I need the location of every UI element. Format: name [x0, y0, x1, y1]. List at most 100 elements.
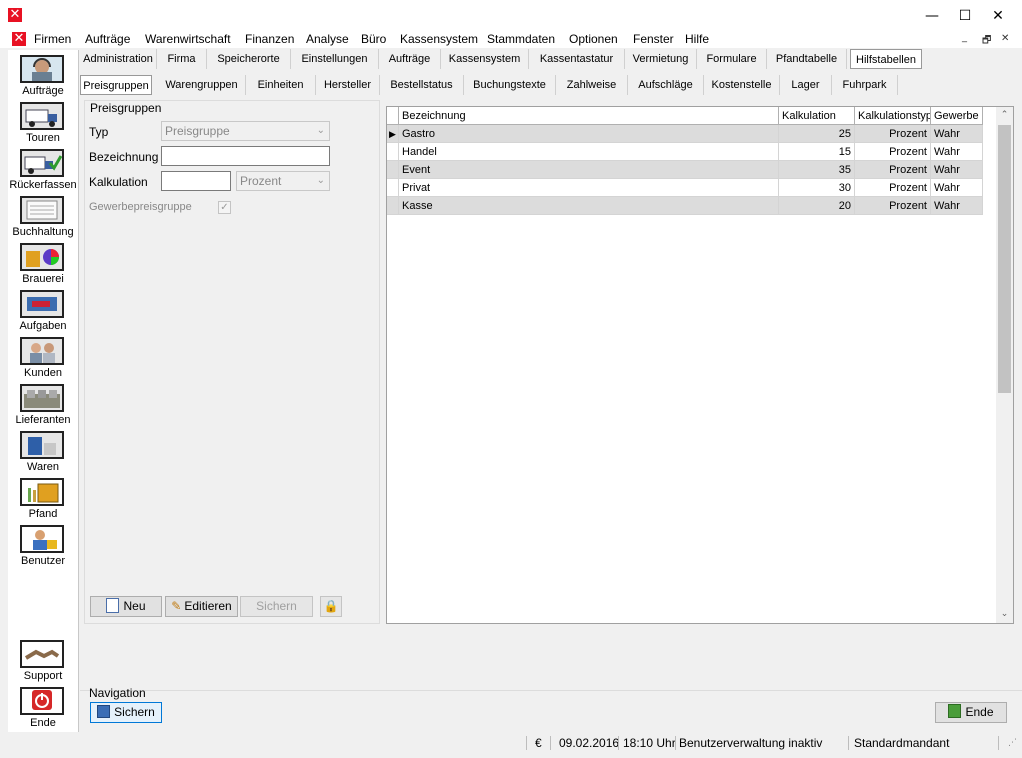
- mdi-close-button[interactable]: ✕: [1001, 33, 1009, 44]
- mdi-minimize-button[interactable]: _: [962, 32, 967, 43]
- menu-firmen[interactable]: Firmen: [34, 32, 71, 46]
- menu-warenwirtschaft[interactable]: Warenwirtschaft: [145, 32, 231, 46]
- table-cell[interactable]: Kasse: [399, 197, 779, 215]
- table-cell[interactable]: Handel: [399, 143, 779, 161]
- column-header-kalkulation[interactable]: Kalkulation: [779, 107, 855, 125]
- scroll-down-icon[interactable]: ⌄: [996, 606, 1013, 623]
- tab-formulare[interactable]: Formulare: [697, 49, 767, 69]
- tab-hilfstabellen[interactable]: Hilfstabellen: [850, 49, 922, 69]
- scroll-up-icon[interactable]: ⌃: [996, 107, 1013, 124]
- menu-auftraege[interactable]: Aufträge: [85, 32, 130, 46]
- table-cell[interactable]: Prozent: [855, 197, 931, 215]
- tab-bestellstatus[interactable]: Bestellstatus: [380, 75, 464, 95]
- tab-kassensystem[interactable]: Kassensystem: [441, 49, 529, 69]
- maximize-button[interactable]: ☐: [950, 6, 980, 26]
- table-cell[interactable]: Wahr: [931, 197, 983, 215]
- table-cell[interactable]: Prozent: [855, 161, 931, 179]
- column-header-gewerbe[interactable]: Gewerbe: [931, 107, 983, 125]
- row-selector[interactable]: [387, 179, 399, 197]
- menu-finanzen[interactable]: Finanzen: [245, 32, 294, 46]
- table-cell[interactable]: Event: [399, 161, 779, 179]
- sidebar-item-benutzer[interactable]: Benutzer: [8, 522, 78, 568]
- table-cell[interactable]: Wahr: [931, 161, 983, 179]
- menu-optionen[interactable]: Optionen: [569, 32, 618, 46]
- vertical-scrollbar[interactable]: ⌃ ⌄: [996, 107, 1013, 623]
- tab-buchungstexte[interactable]: Buchungstexte: [464, 75, 556, 95]
- sidebar-item-auftraege[interactable]: Aufträge: [8, 52, 78, 98]
- table-cell[interactable]: 35: [779, 161, 855, 179]
- table-cell[interactable]: 25: [779, 125, 855, 143]
- editieren-button[interactable]: ✎ Editieren: [165, 596, 238, 617]
- sidebar-item-touren[interactable]: Touren: [8, 99, 78, 145]
- kalkulation-input[interactable]: [161, 171, 231, 191]
- tab-auftraege[interactable]: Aufträge: [379, 49, 441, 69]
- table-cell[interactable]: Wahr: [931, 179, 983, 197]
- sidebar-label: Lieferanten: [15, 414, 71, 426]
- resize-grip-icon[interactable]: ⋰: [1008, 735, 1017, 751]
- tab-fuhrpark[interactable]: Fuhrpark: [832, 75, 898, 95]
- sidebar-item-aufgaben[interactable]: Aufgaben: [8, 287, 78, 333]
- tab-warengruppen[interactable]: Warengruppen: [158, 75, 246, 95]
- gewerbe-checkbox[interactable]: ✓: [218, 201, 231, 214]
- sichern-button[interactable]: Sichern: [240, 596, 313, 617]
- close-button[interactable]: ✕: [983, 6, 1013, 26]
- sidebar-item-pfand[interactable]: Pfand: [8, 475, 78, 521]
- tab-zahlweise[interactable]: Zahlweise: [556, 75, 628, 95]
- menu-kassensystem[interactable]: Kassensystem: [400, 32, 478, 46]
- table-cell[interactable]: Prozent: [855, 179, 931, 197]
- preisgruppen-grid[interactable]: Bezeichnung Kalkulation Kalkulationstyp …: [386, 106, 1014, 624]
- tab-vermietung[interactable]: Vermietung: [625, 49, 697, 69]
- table-cell[interactable]: Wahr: [931, 125, 983, 143]
- typ-select[interactable]: Preisgruppe ⌄: [161, 121, 330, 141]
- tab-kassentastatur[interactable]: Kassentastatur: [529, 49, 625, 69]
- row-selector[interactable]: [387, 161, 399, 179]
- sidebar-item-rueckerfassen[interactable]: Rückerfassen: [8, 146, 78, 192]
- tab-pfandtabelle[interactable]: Pfandtabelle: [767, 49, 847, 69]
- column-header-bezeichnung[interactable]: Bezeichnung: [399, 107, 779, 125]
- sidebar-item-brauerei[interactable]: Brauerei: [8, 240, 78, 286]
- sidebar-item-waren[interactable]: Waren: [8, 428, 78, 474]
- table-cell[interactable]: 30: [779, 179, 855, 197]
- sidebar-item-ende[interactable]: Ende: [8, 684, 78, 730]
- menu-fenster[interactable]: Fenster: [633, 32, 674, 46]
- tab-hersteller[interactable]: Hersteller: [316, 75, 380, 95]
- sidebar-item-support[interactable]: Support: [8, 637, 78, 683]
- row-selector[interactable]: [387, 143, 399, 161]
- table-cell[interactable]: Prozent: [855, 143, 931, 161]
- menu-buero[interactable]: Büro: [361, 32, 386, 46]
- tab-einstellungen[interactable]: Einstellungen: [291, 49, 379, 69]
- sidebar-item-lieferanten[interactable]: Lieferanten: [8, 381, 78, 427]
- row-selector[interactable]: [387, 197, 399, 215]
- sidebar-item-kunden[interactable]: Kunden: [8, 334, 78, 380]
- tab-einheiten[interactable]: Einheiten: [246, 75, 316, 95]
- tab-administration[interactable]: Administration: [80, 49, 157, 69]
- scrollbar-thumb[interactable]: [998, 125, 1011, 393]
- tab-preisgruppen[interactable]: Preisgruppen: [80, 75, 152, 95]
- minimize-button[interactable]: —: [917, 6, 947, 26]
- table-cell[interactable]: Wahr: [931, 143, 983, 161]
- end-button[interactable]: Ende: [935, 702, 1007, 723]
- row-selector[interactable]: ▶: [387, 125, 399, 143]
- kalkulationstyp-select[interactable]: Prozent ⌄: [236, 171, 330, 191]
- table-cell[interactable]: Gastro: [399, 125, 779, 143]
- app-menu-icon[interactable]: ✕: [12, 32, 26, 46]
- lock-icon[interactable]: 🔒: [320, 596, 342, 617]
- sidebar-item-buchhaltung[interactable]: Buchhaltung: [8, 193, 78, 239]
- tab-kostenstelle[interactable]: Kostenstelle: [704, 75, 780, 95]
- menu-analyse[interactable]: Analyse: [306, 32, 349, 46]
- table-cell[interactable]: Prozent: [855, 125, 931, 143]
- tab-aufschlaege[interactable]: Aufschläge: [628, 75, 704, 95]
- table-cell[interactable]: Privat: [399, 179, 779, 197]
- table-cell[interactable]: 20: [779, 197, 855, 215]
- bezeichnung-input[interactable]: [161, 146, 330, 166]
- menu-stammdaten[interactable]: Stammdaten: [487, 32, 555, 46]
- navigation-save-button[interactable]: Sichern: [90, 702, 162, 723]
- table-cell[interactable]: 15: [779, 143, 855, 161]
- column-header-kalkulationstyp[interactable]: Kalkulationstyp: [855, 107, 931, 125]
- menu-hilfe[interactable]: Hilfe: [685, 32, 709, 46]
- new-document-icon: [106, 598, 120, 613]
- tab-firma[interactable]: Firma: [157, 49, 207, 69]
- tab-speicherorte[interactable]: Speicherorte: [207, 49, 291, 69]
- neu-button[interactable]: Neu: [90, 596, 162, 617]
- tab-lager[interactable]: Lager: [780, 75, 832, 95]
